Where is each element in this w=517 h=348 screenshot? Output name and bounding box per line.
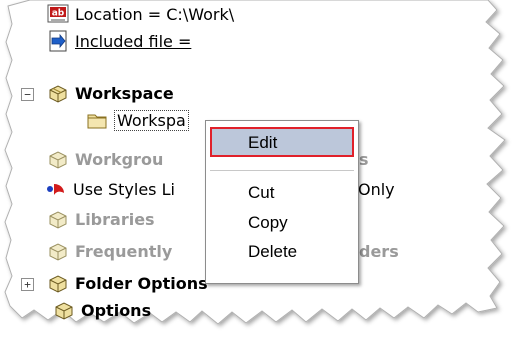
context-menu: Edit Cut Copy Delete	[205, 120, 359, 284]
tree-row-label-tail: s	[359, 149, 369, 169]
tree-row-workspace-folder[interactable]: Workspa	[86, 108, 189, 132]
tree-row-label: Location = C:\Work\	[75, 4, 235, 24]
collapse-toggle[interactable]: −	[21, 88, 34, 101]
tree-row-label: Options	[81, 300, 152, 320]
package-icon	[55, 302, 73, 320]
menu-item-edit[interactable]: Edit	[210, 127, 354, 157]
tree-row-label: Libraries	[75, 209, 155, 229]
package-icon	[49, 85, 67, 103]
tree-row-folder-options[interactable]: Folder Options	[47, 271, 208, 295]
menu-item-delete[interactable]: Delete	[206, 238, 358, 266]
menu-separator	[210, 170, 354, 171]
svg-text:ab: ab	[52, 9, 65, 19]
package-icon	[49, 275, 67, 293]
tree-row-label: Included file =	[75, 31, 192, 51]
tree-row-location[interactable]: ab Location = C:\Work\	[47, 2, 234, 26]
tree-row-label: Frequently	[75, 241, 173, 261]
tree-row-label: Use Styles Li	[73, 179, 175, 199]
tree-row-label: Folder Options	[75, 273, 208, 293]
tree-row-use-styles[interactable]: Use Styles Li	[45, 177, 175, 201]
package-icon	[49, 211, 67, 229]
menu-item-cut[interactable]: Cut	[206, 179, 358, 207]
styles-icon	[47, 184, 64, 195]
include-arrow-icon	[49, 30, 67, 52]
tree-row-options[interactable]: Options	[53, 298, 151, 322]
expand-toggle[interactable]: +	[21, 278, 34, 291]
ab-text-icon: ab	[47, 4, 69, 23]
package-icon	[49, 243, 67, 261]
tree-row-libraries[interactable]: Libraries	[47, 207, 155, 231]
tree-row-frequently[interactable]: Frequently	[47, 239, 172, 263]
tree-row-label-tail: Only	[358, 179, 395, 199]
tree-row-included-file[interactable]: Included file =	[47, 29, 191, 53]
tree-row-workgroup[interactable]: Workgrou	[47, 147, 163, 171]
tree-row-label: Workgrou	[75, 149, 164, 169]
tree-row-label: Workspace	[75, 83, 174, 103]
folder-icon	[87, 114, 107, 129]
tree-row-label: Workspa	[114, 109, 189, 131]
tree-row-label-tail: ders	[359, 241, 399, 261]
tree-row-workspace[interactable]: Workspace	[47, 81, 174, 105]
menu-item-copy[interactable]: Copy	[206, 209, 358, 237]
package-icon	[49, 151, 67, 169]
